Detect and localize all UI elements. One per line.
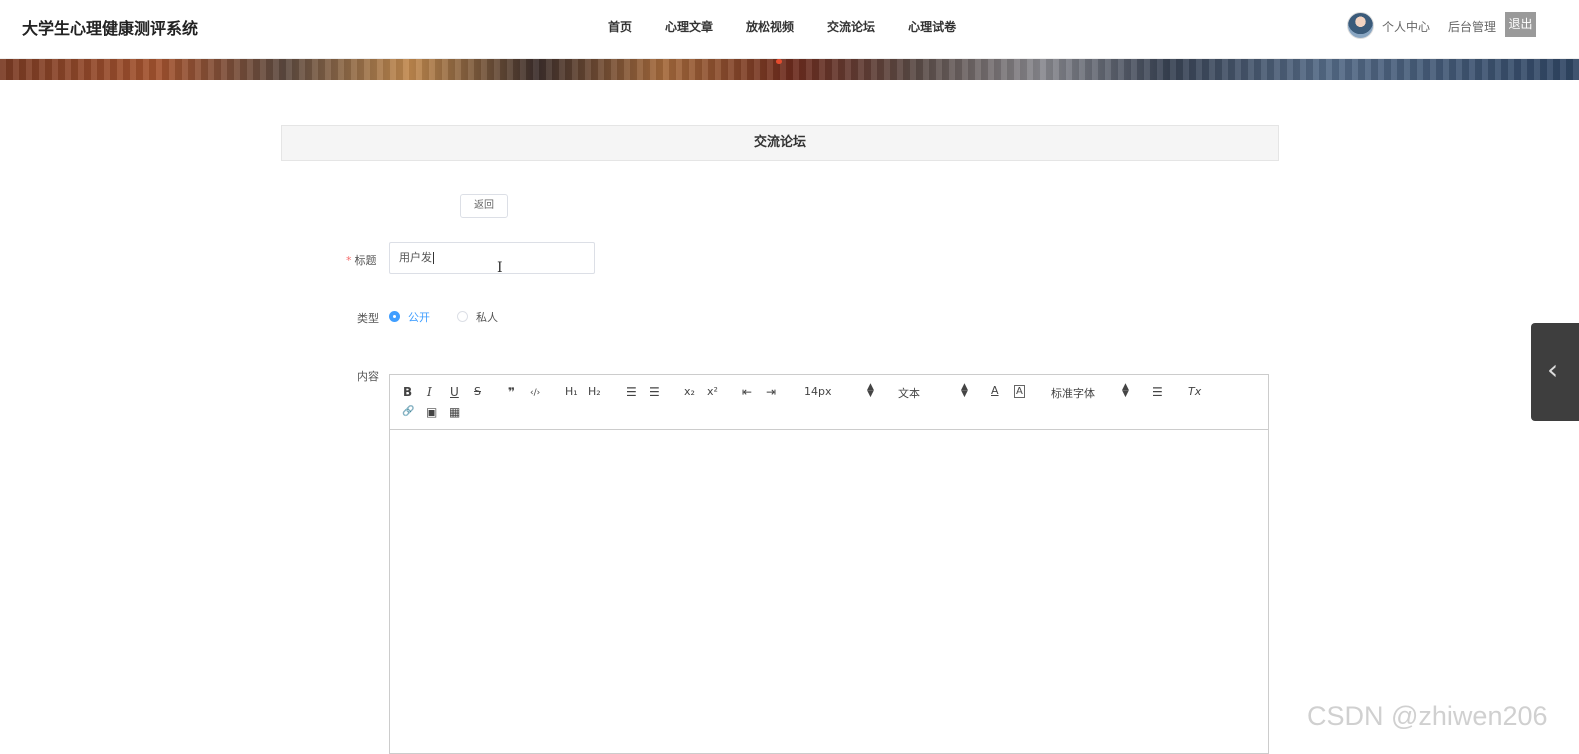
title-input-value: 用户发 — [399, 251, 432, 264]
bullet-list-icon[interactable]: ☰ — [649, 385, 660, 399]
background-color-icon[interactable]: A — [1014, 385, 1025, 398]
strikethrough-icon[interactable]: S — [474, 385, 481, 399]
main-nav: 首页 心理文章 放松视频 交流论坛 心理试卷 — [600, 18, 989, 35]
side-collapse-tab[interactable]: ‹ — [1531, 323, 1579, 421]
top-header: 大学生心理健康测评系统 首页 心理文章 放松视频 交流论坛 心理试卷 个人中心 … — [0, 0, 1579, 59]
avatar[interactable] — [1347, 12, 1374, 39]
image-icon[interactable]: ▣ — [426, 405, 437, 419]
banner-image — [0, 59, 1579, 80]
logout-button[interactable]: 退出 — [1505, 12, 1536, 37]
header-arrow-icon: ▲ ▼ — [961, 382, 968, 399]
section-title: 交流论坛 — [281, 125, 1279, 161]
superscript-icon[interactable]: x² — [707, 385, 718, 399]
content-label: 内容 — [357, 370, 379, 383]
title-label-text: 标题 — [354, 254, 377, 267]
site-title: 大学生心理健康测评系统 — [22, 19, 199, 38]
nav-item-tests[interactable]: 心理试卷 — [908, 18, 956, 35]
personal-center-link[interactable]: 个人中心 — [1382, 18, 1430, 35]
italic-icon[interactable]: I — [427, 385, 432, 399]
title-input[interactable]: 用户发 — [389, 242, 595, 274]
nav-item-forum[interactable]: 交流论坛 — [827, 18, 875, 35]
carousel-indicator[interactable] — [776, 59, 782, 64]
radio-public-label[interactable]: 公开 — [408, 309, 430, 325]
title-label: * 标题 — [346, 252, 377, 268]
header-select[interactable]: 文本 — [898, 385, 920, 401]
editor-toolbar: B I U S ❞ ‹/› H₁ H₂ ☰ ☰ x₂ x² ⇤ ⇥ 14px ▲… — [390, 375, 1268, 430]
watermark: CSDN @zhiwen206 — [1307, 701, 1548, 731]
blockquote-icon[interactable]: ❞ — [508, 385, 515, 399]
font-size-arrow-icon: ▲ ▼ — [867, 382, 874, 399]
code-block-icon[interactable]: ‹/› — [530, 386, 540, 400]
outdent-icon[interactable]: ⇤ — [742, 385, 752, 399]
nav-item-articles[interactable]: 心理文章 — [665, 18, 713, 35]
back-button[interactable]: 返回 — [460, 194, 508, 218]
clean-format-icon[interactable]: Tx — [1188, 385, 1201, 399]
video-icon[interactable]: ▦ — [449, 405, 460, 419]
font-family-select[interactable]: 标准字体 — [1051, 385, 1095, 401]
ibeam-cursor-icon: I — [497, 260, 503, 276]
admin-link[interactable]: 后台管理 — [1448, 18, 1496, 35]
font-size-select[interactable]: 14px — [804, 385, 832, 398]
heading-1-icon[interactable]: H₁ — [565, 385, 578, 399]
indent-icon[interactable]: ⇥ — [766, 385, 776, 399]
heading-2-icon[interactable]: H₂ — [588, 385, 601, 399]
radio-private-label[interactable]: 私人 — [476, 309, 498, 325]
nav-item-home[interactable]: 首页 — [608, 18, 632, 35]
font-family-arrow-icon: ▲ ▼ — [1122, 382, 1129, 399]
type-label: 类型 — [357, 312, 379, 325]
chevron-left-icon: ‹ — [1547, 353, 1559, 386]
text-caret — [433, 252, 434, 264]
underline-icon[interactable]: U — [450, 385, 459, 399]
rich-text-editor: B I U S ❞ ‹/› H₁ H₂ ☰ ☰ x₂ x² ⇤ ⇥ 14px ▲… — [389, 374, 1269, 754]
nav-item-videos[interactable]: 放松视频 — [746, 18, 794, 35]
bold-icon[interactable]: B — [403, 385, 412, 399]
editor-content-area[interactable] — [390, 430, 1268, 753]
subscript-icon[interactable]: x₂ — [684, 385, 695, 399]
required-mark: * — [346, 254, 352, 267]
radio-public[interactable] — [389, 311, 400, 322]
radio-private[interactable] — [457, 311, 468, 322]
ordered-list-icon[interactable]: ☰ — [626, 385, 637, 399]
align-icon[interactable]: ☰ — [1152, 385, 1163, 399]
text-color-icon[interactable]: A — [991, 384, 999, 398]
link-icon[interactable]: 🔗 — [402, 405, 414, 419]
